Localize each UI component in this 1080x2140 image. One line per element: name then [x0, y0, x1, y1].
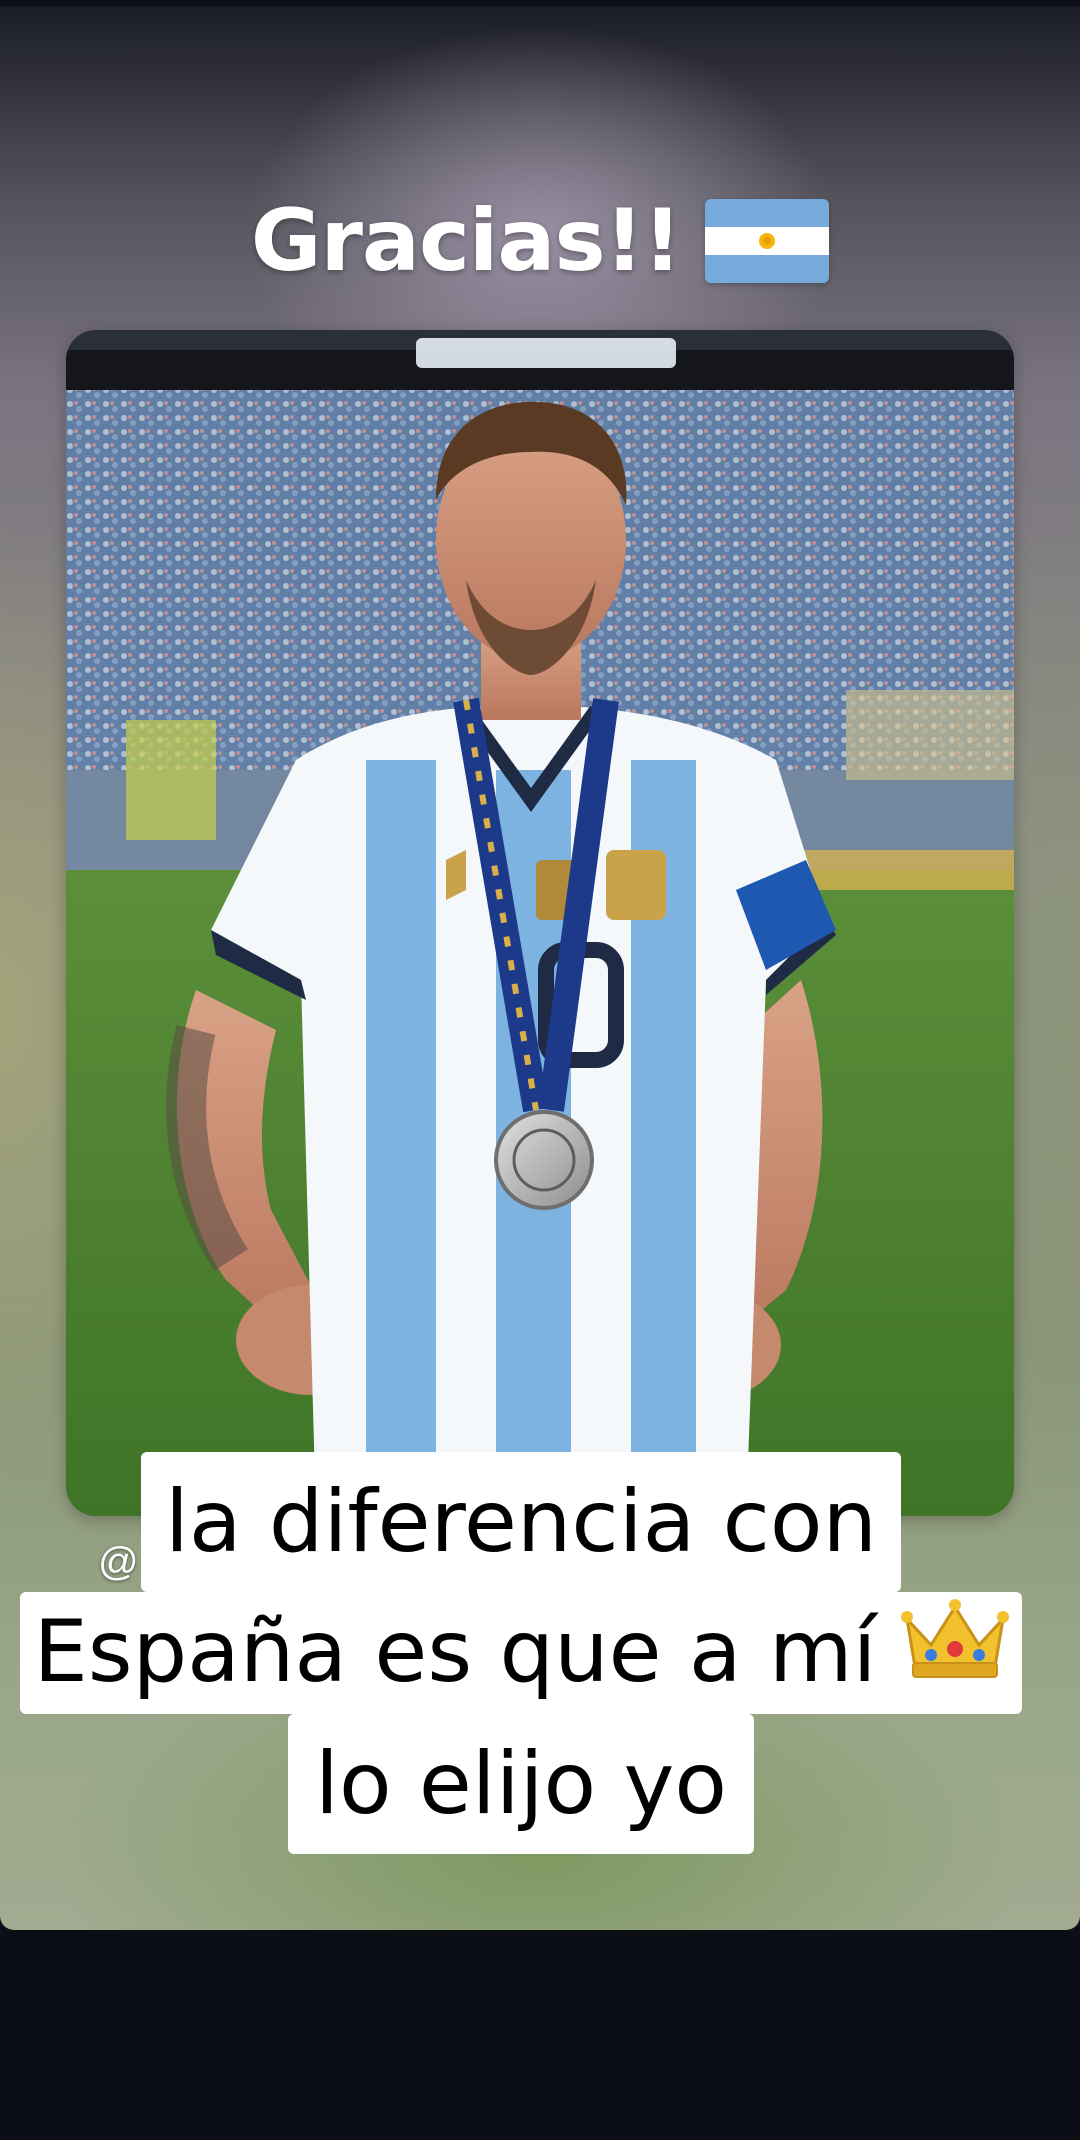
- caption-line-1: la diferencia con: [141, 1452, 901, 1592]
- caption-line-3-text: lo elijo yo: [315, 1734, 727, 1834]
- caption-line-2-text: España es que a mí: [33, 1602, 877, 1702]
- overlay-caption: la diferencia con España es que a mí lo …: [0, 0, 1080, 2140]
- caption-line-3: lo elijo yo: [288, 1714, 754, 1854]
- caption-line-2-wrap: España es que a mí: [33, 1592, 1009, 1712]
- crown-icon: [900, 1592, 1009, 1712]
- caption-line-2: España es que a mí: [20, 1592, 1022, 1714]
- caption-line-1-text: la diferencia con: [164, 1472, 878, 1572]
- bottom-bar: [0, 1930, 1080, 2140]
